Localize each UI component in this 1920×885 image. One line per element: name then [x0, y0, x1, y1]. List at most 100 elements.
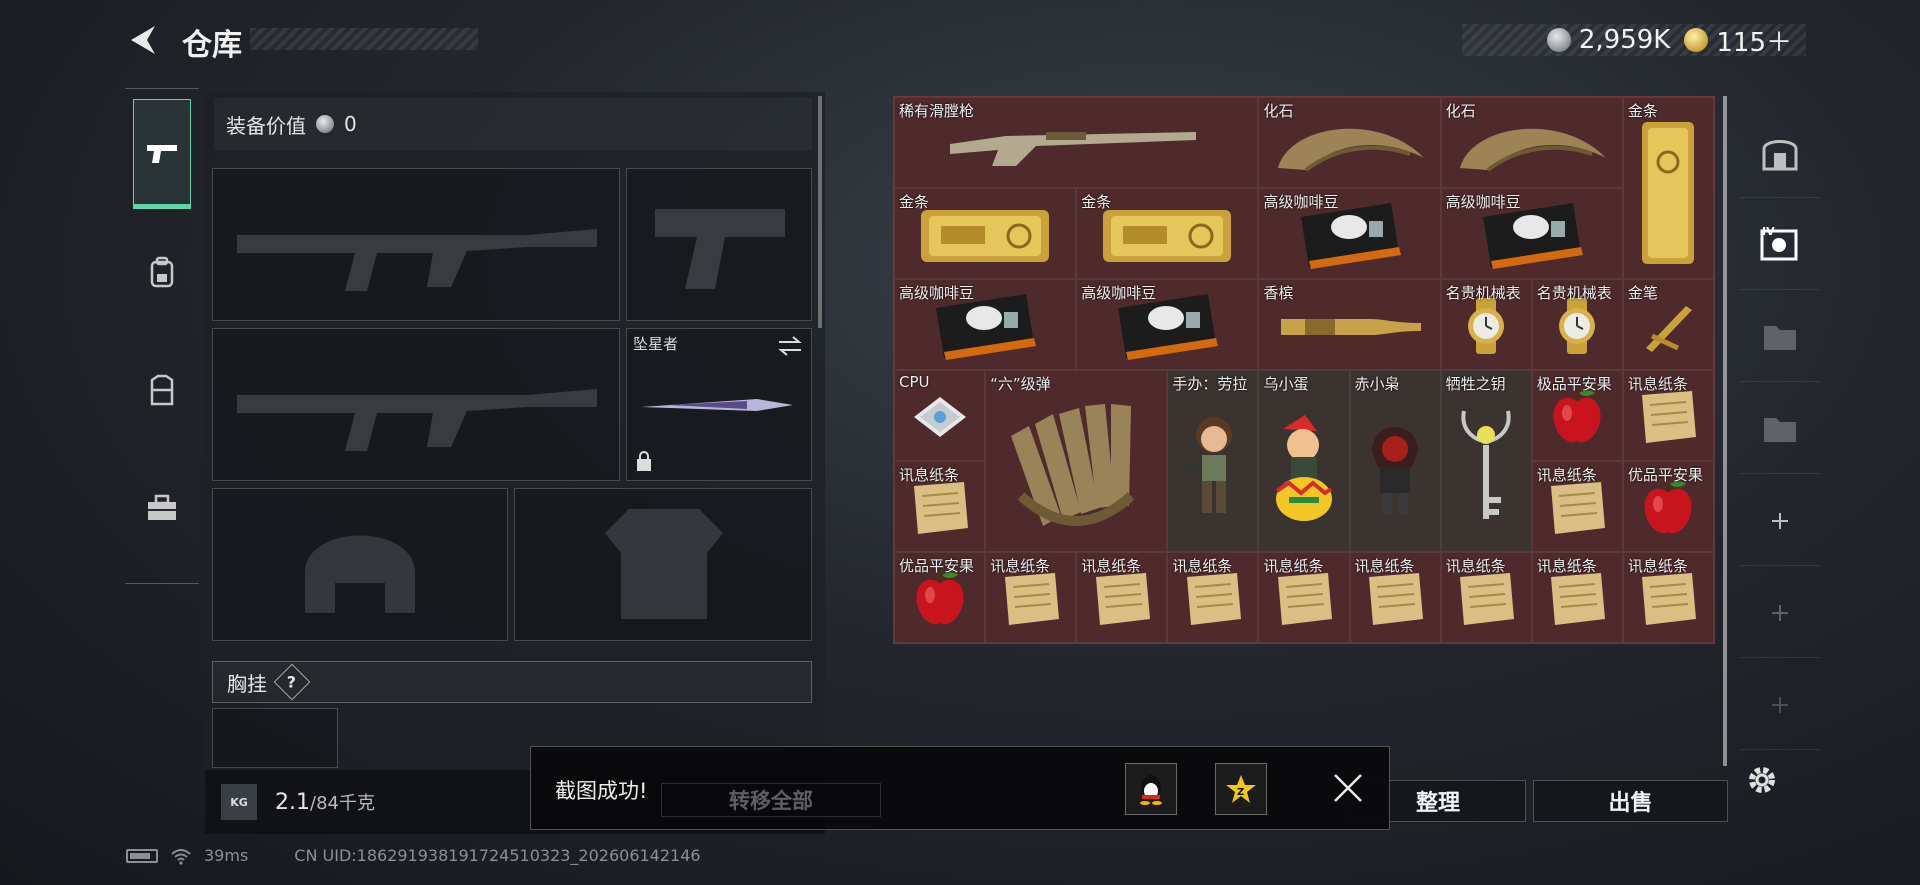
stash-item-label: 金条 [899, 193, 930, 211]
stash-item[interactable]: 讯息纸条 [1076, 552, 1168, 643]
add-stash-page-button[interactable] [1740, 476, 1820, 566]
silver-amount: 2,959K [1578, 25, 1671, 55]
stash-item-label: 讯息纸条 [1263, 557, 1324, 575]
transfer-all-button[interactable]: 转移全部 [661, 783, 881, 817]
helmet-slot[interactable] [212, 488, 508, 641]
stash-item[interactable]: 讯息纸条 [1167, 552, 1259, 643]
stash-item[interactable]: 稀有滑膛枪 [894, 97, 1259, 188]
stash-item-label: 优品平安果 [1627, 466, 1703, 484]
sell-button[interactable]: 出售 [1533, 780, 1728, 822]
stash-item[interactable]: 优品平安果 [894, 552, 986, 643]
swap-icon[interactable] [777, 335, 803, 357]
stash-page-2-button[interactable] [1740, 292, 1820, 382]
stash-item-label: 讯息纸条 [1081, 557, 1142, 575]
weight-icon: KG [221, 784, 257, 820]
stash-item-label: 化石 [1445, 102, 1476, 120]
chest-rig-label: 胸挂 [227, 671, 267, 696]
stash-item[interactable]: 高级咖啡豆 [1440, 188, 1623, 279]
stash-item[interactable]: 金条 [1622, 97, 1714, 279]
settings-button[interactable] [1744, 762, 1780, 798]
stash-item[interactable]: 名贵机械表 [1440, 279, 1532, 370]
gold-amount: 115＋ [1716, 27, 1792, 58]
stash-folder-icon [1764, 417, 1796, 442]
helmet-silhouette-icon [305, 535, 415, 613]
stash-item[interactable]: 香槟 [1258, 279, 1441, 370]
figure-egg-icon [1269, 411, 1339, 525]
primary-weapon-slot[interactable] [212, 168, 620, 321]
figure-lara-icon [1178, 411, 1248, 525]
back-button[interactable] [122, 18, 162, 62]
stash-item[interactable]: 名贵机械表 [1531, 279, 1623, 370]
pistol-icon [147, 145, 177, 163]
screenshot-toast: 转移全部 截图成功! Z [530, 746, 1390, 830]
gear-icon [1749, 767, 1775, 793]
paper-note-icon [1636, 387, 1700, 451]
secondary-weapon-slot[interactable] [212, 328, 620, 481]
tab-backpack[interactable] [133, 217, 191, 327]
paper-note-icon [1181, 569, 1245, 633]
rifle-silhouette-icon [237, 229, 597, 291]
stash-item[interactable]: 金条 [894, 188, 1077, 279]
stash-item-label: 高级咖啡豆 [1263, 193, 1339, 211]
stash-item[interactable]: 讯息纸条 [1622, 370, 1714, 461]
stash-item[interactable]: 讯息纸条 [894, 461, 986, 552]
equipment-value-label: 装备价值 [226, 113, 306, 138]
stash-item[interactable]: 金笔 [1622, 279, 1714, 370]
gold-bar-icon [915, 200, 1055, 274]
gold-currency[interactable]: 115＋ [1684, 22, 1792, 59]
stash-item[interactable]: 高级咖啡豆 [894, 279, 1077, 370]
stash-item[interactable]: 讯息纸条 [1531, 552, 1623, 643]
stash-item[interactable]: 赤小枭 [1349, 370, 1441, 552]
stash-page-1-button[interactable]: IV [1740, 200, 1820, 290]
silver-currency[interactable]: 2,959K [1546, 25, 1671, 55]
close-icon[interactable] [1331, 771, 1365, 805]
stash-page-3-button[interactable] [1740, 384, 1820, 474]
add-stash-page-button-3[interactable] [1740, 660, 1820, 750]
stash-item[interactable]: 讯息纸条 [1531, 461, 1623, 552]
add-stash-page-button-2[interactable] [1740, 568, 1820, 658]
stash-item-label: 高级咖啡豆 [1081, 284, 1157, 302]
equipment-scrollbar[interactable] [818, 96, 822, 328]
stash-item[interactable]: “六”级弹 [985, 370, 1168, 552]
stash-item[interactable]: 高级咖啡豆 [1076, 279, 1259, 370]
key-icon [1456, 401, 1516, 535]
stash-home-button[interactable] [1740, 108, 1820, 198]
stash-item[interactable]: 牺牲之钥 [1440, 370, 1532, 552]
stash-scrollbar[interactable] [1723, 96, 1727, 766]
stash-item[interactable]: 优品平安果 [1622, 461, 1714, 552]
stash-item[interactable]: CPU [894, 370, 986, 461]
melee-slot-label: 坠星者 [633, 335, 679, 353]
toolbox-icon [148, 494, 176, 520]
stash-item-label: 优品平安果 [899, 557, 975, 575]
svg-text:Z: Z [1237, 787, 1244, 798]
stash-item[interactable]: 极品平安果 [1531, 370, 1623, 461]
share-qzone-button[interactable]: Z [1215, 763, 1267, 815]
stash-item[interactable]: 高级咖啡豆 [1258, 188, 1441, 279]
tab-weapons[interactable] [133, 99, 191, 209]
stash-item[interactable]: 讯息纸条 [1622, 552, 1714, 643]
chest-rig-slot[interactable] [212, 708, 338, 768]
gold-pen-icon [1638, 296, 1698, 360]
paper-note-icon [1636, 569, 1700, 633]
stash-item[interactable]: 金条 [1076, 188, 1259, 279]
melee-slot[interactable]: 坠星者 [626, 328, 812, 481]
stash-item[interactable]: 讯息纸条 [1349, 552, 1441, 643]
stash-item-label: 金笔 [1627, 284, 1658, 302]
stash-item[interactable]: 化石 [1258, 97, 1441, 188]
stash-home-icon [1762, 139, 1798, 170]
stash-item[interactable]: 手办：劳拉 [1167, 370, 1259, 552]
stash-item[interactable]: 讯息纸条 [1258, 552, 1350, 643]
stash-item-label: 讯息纸条 [990, 557, 1051, 575]
help-icon[interactable]: ? [273, 663, 311, 701]
stash-item[interactable]: 化石 [1440, 97, 1623, 188]
silver-coin-icon [316, 115, 334, 133]
tab-toolbox[interactable] [133, 453, 191, 563]
stash-item[interactable]: 讯息纸条 [1440, 552, 1532, 643]
armor-slot[interactable] [514, 488, 812, 641]
pistol-slot[interactable] [626, 168, 812, 321]
stash-item[interactable]: 乌小蛋 [1258, 370, 1350, 552]
svg-text:IV: IV [1762, 225, 1775, 238]
tab-vest[interactable] [133, 335, 191, 445]
stash-item[interactable]: 讯息纸条 [985, 552, 1077, 643]
share-qq-button[interactable] [1125, 763, 1177, 815]
